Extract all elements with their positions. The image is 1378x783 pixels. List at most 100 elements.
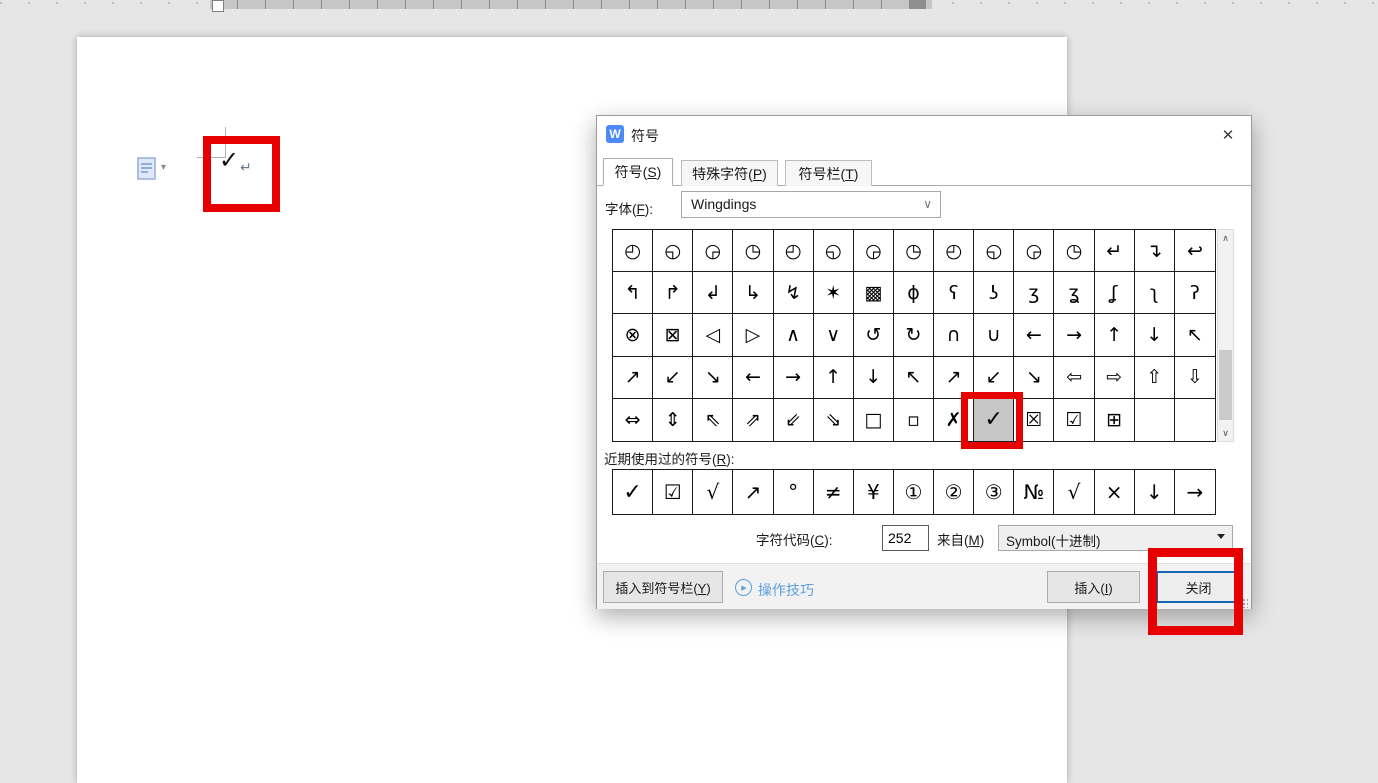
symbol-cell[interactable]: ⇦ [1054,357,1094,399]
dialog-close-icon[interactable]: ✕ [1209,121,1247,149]
symbol-cell[interactable]: ↳ [733,272,773,314]
symbol-cell[interactable]: ◷ [733,230,773,272]
symbol-cell[interactable]: ʖ [974,272,1014,314]
symbol-cell[interactable]: ↖ [1175,314,1215,356]
symbol-cell[interactable]: ↻ [894,314,934,356]
symbol-cell[interactable]: ⇧ [1135,357,1175,399]
symbol-cell[interactable]: ʒ [1014,272,1054,314]
symbol-cell[interactable]: ↩ [1175,230,1215,272]
font-combobox[interactable]: Wingdings ∨ [681,191,941,218]
symbol-cell[interactable]: ⇨ [1095,357,1135,399]
symbol-cell[interactable]: ʓ [1054,272,1094,314]
symbol-grid-scrollbar[interactable]: ∧ ∨ [1217,229,1234,442]
symbol-cell[interactable]: ◵ [974,230,1014,272]
recent-symbol-cell[interactable]: ✓ [613,470,653,514]
symbol-cell[interactable]: ⊞ [1095,399,1135,441]
symbol-cell[interactable]: ↑ [1095,314,1135,356]
symbol-cell[interactable]: ⇙ [774,399,814,441]
paste-options-dropdown-icon[interactable]: ▾ [161,162,166,173]
symbol-cell[interactable]: ◷ [1054,230,1094,272]
recent-symbol-cell[interactable]: √ [1054,470,1094,514]
symbol-cell[interactable]: ▩ [854,272,894,314]
symbol-cell[interactable]: ∪ [974,314,1014,356]
chevron-down-icon[interactable]: ∨ [923,197,932,211]
symbol-cell[interactable]: ∧ [774,314,814,356]
symbol-cell[interactable]: ʆ [1095,272,1135,314]
symbol-cell[interactable]: ↵ [1095,230,1135,272]
symbol-cell[interactable]: ◶ [693,230,733,272]
operation-tips-link[interactable]: 操作技巧 [758,580,814,600]
symbol-cell[interactable]: ↰ [613,272,653,314]
recent-symbol-cell[interactable]: ¥ [854,470,894,514]
tab-symbol-bar[interactable]: 符号栏(T) [785,160,872,186]
symbol-cell[interactable]: ʅ [1135,272,1175,314]
symbol-cell[interactable]: ⇕ [653,399,693,441]
symbol-cell[interactable]: → [1054,314,1094,356]
symbol-cell[interactable]: ↺ [854,314,894,356]
tab-symbols[interactable]: 符号(S) [603,158,673,186]
symbol-cell[interactable]: ◶ [1014,230,1054,272]
symbol-grid[interactable]: ◴◵◶◷◴◵◶◷◴◵◶◷↵↴↩↰↱↲↳↯✶▩ɸʕʖʒʓʆʅʔ⊗⊠◁▷∧∨↺↻∩∪… [612,229,1216,442]
symbol-cell[interactable]: ↱ [653,272,693,314]
recent-symbol-cell[interactable]: ② [934,470,974,514]
symbol-cell[interactable]: ◴ [934,230,974,272]
recent-symbol-cell[interactable]: ☑ [653,470,693,514]
recent-symbol-cell[interactable]: ↓ [1135,470,1175,514]
ruler-right-indent-marker[interactable] [910,0,926,9]
symbol-cell[interactable]: ✶ [814,272,854,314]
symbol-cell[interactable] [1135,399,1175,441]
symbol-cell[interactable]: ↑ [814,357,854,399]
recent-symbol-cell[interactable]: ≠ [814,470,854,514]
insert-to-symbol-bar-button[interactable]: 插入到符号栏(Y) [603,571,723,603]
recent-symbol-cell[interactable]: ° [774,470,814,514]
recent-symbol-cell[interactable]: √ [693,470,733,514]
horizontal-ruler[interactable] [210,0,932,9]
symbol-cell[interactable]: ↖ [894,357,934,399]
symbol-cell[interactable]: ↗ [613,357,653,399]
symbol-cell[interactable]: ⊗ [613,314,653,356]
symbol-cell[interactable]: ⇩ [1175,357,1215,399]
symbol-cell[interactable]: ◶ [854,230,894,272]
symbol-cell[interactable]: ⇔ [613,399,653,441]
recent-symbol-cell[interactable]: № [1014,470,1054,514]
symbol-cell[interactable]: ↙ [653,357,693,399]
scrollbar-thumb[interactable] [1219,350,1232,420]
recent-symbol-cell[interactable]: ① [894,470,934,514]
symbol-cell[interactable]: ↴ [1135,230,1175,272]
symbol-cell[interactable]: ↲ [693,272,733,314]
recent-symbol-cell[interactable]: × [1095,470,1135,514]
insert-button[interactable]: 插入(I) [1047,571,1140,603]
symbol-cell[interactable]: ↘ [693,357,733,399]
tab-special-characters[interactable]: 特殊字符(P) [681,160,778,186]
recent-symbol-cell[interactable]: ↗ [733,470,773,514]
symbol-cell[interactable]: ⊠ [653,314,693,356]
recent-symbols-grid[interactable]: ✓☑√↗°≠¥①②③№√×↓→ [612,469,1216,515]
symbol-cell[interactable]: ⇘ [814,399,854,441]
symbol-cell[interactable]: ⇖ [693,399,733,441]
symbol-cell[interactable]: ʔ [1175,272,1215,314]
scrollbar-down-icon[interactable]: ∨ [1218,425,1233,441]
symbol-cell[interactable]: ◵ [814,230,854,272]
symbol-cell[interactable]: ◴ [613,230,653,272]
symbol-cell[interactable]: ☑ [1054,399,1094,441]
paste-options-icon[interactable] [136,156,159,181]
ruler-indent-marker[interactable] [212,0,224,12]
symbol-cell[interactable]: ◁ [693,314,733,356]
symbol-cell[interactable]: ↯ [774,272,814,314]
symbol-cell[interactable]: ◵ [653,230,693,272]
play-circle-icon[interactable]: ▶ [735,579,752,596]
symbol-cell[interactable]: ← [1014,314,1054,356]
symbol-cell[interactable] [1175,399,1215,441]
symbol-cell[interactable]: → [774,357,814,399]
symbol-cell[interactable]: ⇗ [733,399,773,441]
character-code-input[interactable] [882,525,929,551]
symbol-cell[interactable]: ↓ [1135,314,1175,356]
symbol-cell[interactable]: ▷ [733,314,773,356]
symbol-cell[interactable]: ← [733,357,773,399]
scrollbar-up-icon[interactable]: ∧ [1218,230,1233,246]
recent-symbol-cell[interactable]: ③ [974,470,1014,514]
symbol-cell[interactable]: ∨ [814,314,854,356]
symbol-cell[interactable]: ∩ [934,314,974,356]
symbol-cell[interactable]: ʕ [934,272,974,314]
recent-symbol-cell[interactable]: → [1175,470,1215,514]
